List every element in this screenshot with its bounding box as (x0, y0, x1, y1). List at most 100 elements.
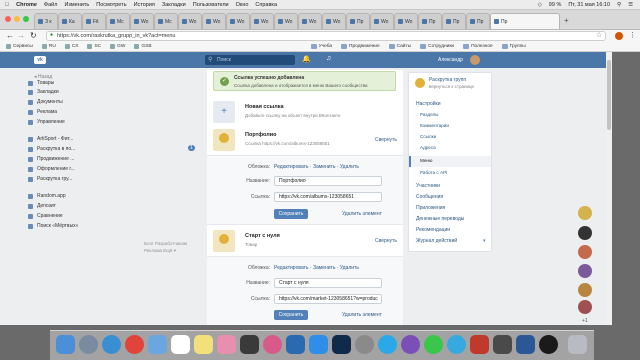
music-app-icon[interactable] (263, 335, 282, 354)
chat-avatar[interactable] (578, 245, 592, 259)
battery-label[interactable]: 99 % (549, 2, 562, 8)
chat-avatar[interactable] (578, 206, 592, 220)
finder-icon[interactable] (56, 335, 75, 354)
notifications-icon[interactable]: 🔔 (302, 55, 311, 63)
minimize-window-button[interactable] (14, 16, 20, 22)
calendar-icon[interactable] (171, 335, 190, 354)
mail-icon[interactable] (148, 335, 167, 354)
settings-sub-item[interactable]: Ссылки (420, 132, 436, 142)
chat-counter[interactable]: +1 (582, 318, 588, 324)
bookmark-folder[interactable]: Группы (501, 44, 526, 49)
nav-group[interactable]: Оформление г... (28, 165, 75, 173)
search-icon[interactable]: ⚲ (617, 2, 621, 8)
viber-icon[interactable] (401, 335, 420, 354)
cover-actions[interactable]: Редактировать · Заменить · Удалить (274, 265, 359, 271)
appstore-icon[interactable] (309, 335, 328, 354)
settings-item[interactable]: Приложения (416, 203, 445, 213)
menu-file[interactable]: Файл (44, 2, 58, 8)
tab[interactable]: Wo (394, 13, 418, 29)
settings-icon[interactable] (355, 335, 374, 354)
cover-actions[interactable]: Редактировать · Заменить · Удалить (274, 164, 359, 170)
delete-link[interactable]: Удалить элемент (342, 312, 382, 318)
nav-item[interactable]: Товары (28, 79, 54, 87)
nav-item[interactable]: Закладки (28, 88, 59, 96)
chevron-down-icon[interactable]: ▾ (483, 238, 486, 244)
safari-icon[interactable] (102, 335, 121, 354)
tab[interactable]: Wo (322, 13, 346, 29)
star-icon[interactable]: ☆ (596, 31, 602, 39)
movie-icon[interactable] (240, 335, 259, 354)
tab[interactable]: Wo (226, 13, 250, 29)
bookmark-item[interactable]: GSB (134, 44, 152, 49)
chat-avatar[interactable] (578, 300, 592, 314)
menu-bookmarks[interactable]: Закладки (162, 2, 186, 8)
menu-help[interactable]: Справка (255, 2, 277, 8)
tab[interactable]: Wo (298, 13, 322, 29)
menu-view[interactable]: Посмотреть (96, 2, 126, 8)
bookmark-folder[interactable]: Сотрудники (420, 44, 454, 49)
collapse-link[interactable]: Свернуть (375, 238, 397, 244)
collapse-link[interactable]: Свернуть (375, 137, 397, 143)
menu-window[interactable]: Окно (236, 2, 249, 8)
chat-avatar[interactable] (578, 226, 592, 240)
vk-logo-icon[interactable]: vk (34, 56, 46, 64)
info-icon[interactable] (539, 335, 558, 354)
bookmark-folder[interactable]: Сайты (388, 44, 411, 49)
wifi-icon[interactable]: ◇ (538, 2, 542, 8)
settings-sub-item-active[interactable]: Меню (420, 156, 432, 166)
nav-group[interactable]: Продвижение ... (28, 155, 74, 163)
footer-links[interactable]: Блог Разработчикам Реклама Ещё ▾ (144, 240, 204, 254)
tab[interactable]: З к (34, 13, 58, 29)
avatar[interactable] (470, 55, 480, 65)
list-icon[interactable]: ☰ (628, 2, 633, 8)
tab[interactable]: Пр (442, 13, 466, 29)
bookmark-item[interactable]: GW (110, 44, 125, 49)
search-input[interactable]: Поиск (205, 55, 295, 65)
settings-item[interactable]: Рекомендации (416, 225, 450, 235)
nav-app[interactable]: Депозит (28, 202, 56, 210)
url-input[interactable]: https://vk.com/albums-123058651 (274, 192, 382, 202)
reload-icon[interactable]: ↻ (30, 31, 37, 40)
settings-item[interactable]: Настройки (416, 99, 441, 109)
tab[interactable]: Wo (178, 13, 202, 29)
bookmark-folder[interactable]: Полезное (463, 44, 493, 49)
tab[interactable]: Fit (82, 13, 106, 29)
chat-avatar[interactable] (578, 264, 592, 278)
close-window-button[interactable] (5, 16, 11, 22)
settings-sub-item[interactable]: Разделы (420, 110, 438, 120)
sublime-icon[interactable] (493, 335, 512, 354)
bookmark-folder[interactable]: Продвижение (341, 44, 380, 49)
menu-history[interactable]: История (134, 2, 155, 8)
url-input[interactable]: https://vk.com/market-123058651?w=produc (274, 294, 382, 304)
bookmark-item[interactable]: RU (41, 44, 56, 49)
tab[interactable]: Wo (202, 13, 226, 29)
nav-group[interactable]: Раскрутка в по... (28, 145, 75, 153)
forward-icon[interactable]: → (17, 31, 25, 40)
settings-item[interactable]: Участники (416, 181, 440, 191)
bookmark-folder[interactable]: Учеба (310, 44, 332, 49)
chrome-icon[interactable] (125, 335, 144, 354)
nav-group[interactable]: Раскрутка гру... (28, 175, 72, 183)
apple-icon[interactable]:  (5, 2, 9, 8)
group-back[interactable]: вернуться к странице (429, 84, 474, 89)
nav-item[interactable]: Управление (28, 118, 65, 126)
tab[interactable]: Mc (106, 13, 130, 29)
url-input[interactable]: https://vk.com/raskrutka_grupp_in_vk?act… (46, 31, 606, 41)
tab[interactable]: Пр (346, 13, 370, 29)
name-input[interactable]: Портфолио (274, 176, 382, 186)
tab[interactable]: Пр (418, 13, 442, 29)
group-title[interactable]: Раскрутка групп (429, 77, 466, 83)
telegram-icon[interactable] (447, 335, 466, 354)
menu-app[interactable]: Chrome (16, 2, 37, 8)
settings-item[interactable]: Денежные переводы (416, 214, 464, 224)
new-tab-button[interactable]: + (564, 16, 569, 25)
menu-users[interactable]: Пользователи (193, 2, 229, 8)
back-icon[interactable]: ← (6, 31, 14, 40)
tab[interactable]: Ка (58, 13, 82, 29)
profile-icon[interactable] (615, 32, 623, 40)
photos-icon[interactable] (217, 335, 236, 354)
filezilla-icon[interactable] (470, 335, 489, 354)
photoshop-icon[interactable] (332, 335, 351, 354)
nav-item[interactable]: Реклама (28, 108, 57, 116)
tab[interactable]: Wo (370, 13, 394, 29)
